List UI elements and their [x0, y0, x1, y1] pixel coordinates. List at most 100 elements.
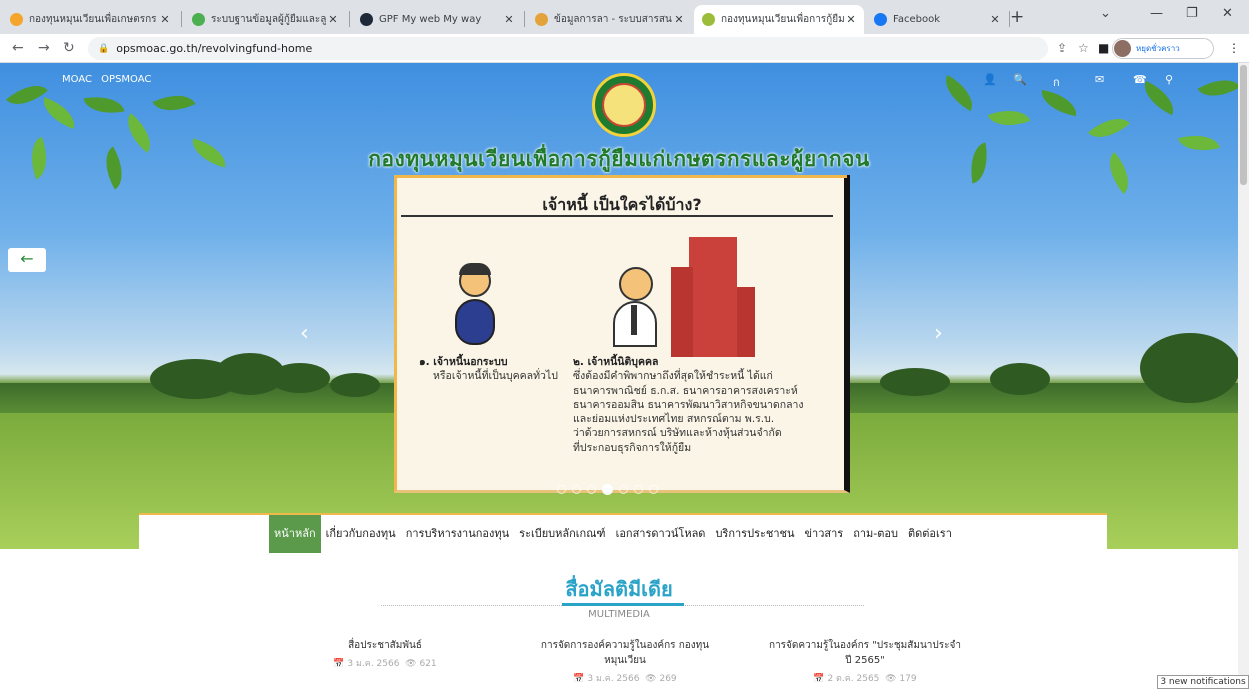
favicon-icon	[702, 13, 715, 26]
maximize-icon[interactable]: ❐	[1186, 6, 1198, 21]
main-menu-bar: หน้าหลัก เกี่ยวกับกองทุน การบริหารงานกอง…	[139, 513, 1107, 553]
menu-regulations[interactable]: ระเบียบหลักเกณฑ์	[514, 515, 610, 553]
carousel-dot[interactable]	[649, 485, 658, 494]
url-field[interactable]: 🔒 opsmoac.go.th/revolvingfund-home	[88, 37, 1048, 60]
creditor-type-2-line: ธนาคารพาณิชย์ ธ.ก.ส. ธนาคารอาคารสงเคราะห…	[573, 384, 798, 397]
carousel-dot[interactable]	[587, 485, 596, 494]
media-item-views: 269	[659, 674, 677, 684]
page: MOAC OPSMOAC 👤 🔍 ก ✉ ☎ ⚲ กองทุนหมุนเวียน…	[0, 63, 1249, 689]
multimedia-title: สื่อมัลติมีเดีย	[565, 577, 673, 601]
address-bar: ← → ↻ 🔒 opsmoac.go.th/revolvingfund-home…	[0, 34, 1249, 63]
tab-label: กองทุนหมุนเวียนเพื่อการกู้ยืมแก	[721, 14, 844, 25]
browser-tab[interactable]: Facebook ✕	[866, 5, 1008, 34]
menu-news[interactable]: ข่าวสาร	[800, 515, 849, 553]
favicon-icon	[10, 13, 23, 26]
media-item[interactable]: การจัดความรู้ในองค์กร "ประชุมสัมนาประจำ …	[760, 638, 970, 687]
moac-link[interactable]: MOAC	[62, 74, 92, 85]
tab-label: Facebook	[893, 14, 940, 25]
bookmark-star-icon[interactable]: ☆	[1078, 41, 1089, 55]
profile-button[interactable]: หยุดชั่วคราว	[1112, 38, 1214, 59]
site-title: กองทุนหมุนเวียนเพื่อการกู้ยืมแก่เกษตรกรแ…	[368, 147, 870, 171]
carousel-dot[interactable]	[634, 485, 643, 494]
close-window-icon[interactable]: ✕	[1222, 6, 1233, 21]
close-icon[interactable]: ✕	[502, 13, 516, 26]
media-item[interactable]: การจัดการองค์ความรู้ในองค์กร กองทุน หมุน…	[525, 638, 725, 687]
media-item-title[interactable]: สื่อประชาสัมพันธ์	[300, 638, 470, 653]
tab-label: ข้อมูลการลา - ระบบสารสนเทศ	[554, 14, 672, 25]
creditor-type-1: ๑. เจ้าหนี้นอกระบบ หรือเจ้าหนี้ที่เป็นบุ…	[419, 355, 558, 383]
creditor-type-2-line: ว่าด้วยการสหกรณ์ บริษัทและห้างหุ้นส่วนจำ…	[573, 427, 782, 440]
media-item-meta: 📅 3 ม.ค. 2566 👁 621	[333, 659, 437, 669]
language-switch[interactable]: ก	[1053, 73, 1060, 91]
browser-tab[interactable]: ข้อมูลการลา - ระบบสารสนเทศ ✕	[527, 5, 692, 34]
menu-faq[interactable]: ถาม-ตอบ	[848, 515, 903, 553]
menu-about[interactable]: เกี่ยวกับกองทุน	[321, 515, 401, 553]
browser-tab[interactable]: กองทุนหมุนเวียนเพื่อเกษตรกร ✕	[2, 5, 178, 34]
tab-label: ระบบฐานข้อมูลผู้กู้ยืมและลูกหนี้	[211, 14, 326, 25]
back-arrow-button[interactable]: ←	[8, 248, 46, 272]
media-item-date: 2 ต.ค. 2565	[827, 674, 880, 684]
media-item[interactable]: สื่อประชาสัมพันธ์ 📅 3 ม.ค. 2566 👁 621	[300, 638, 470, 672]
scrollbar-thumb[interactable]	[1240, 65, 1247, 185]
tab-label: GPF My web My way	[379, 14, 482, 25]
notification-badge[interactable]: 3 new notifications	[1157, 675, 1249, 689]
carousel-next-icon[interactable]: ›	[934, 321, 943, 346]
user-icon[interactable]: 👤	[983, 73, 997, 86]
menu-icon[interactable]: ⋮	[1228, 41, 1240, 55]
browser-tab-active[interactable]: กองทุนหมุนเวียนเพื่อการกู้ยืมแก ✕	[694, 5, 864, 34]
opsmoac-link[interactable]: OPSMOAC	[101, 74, 151, 85]
browser-tab[interactable]: ระบบฐานข้อมูลผู้กู้ยืมและลูกหนี้ ✕	[184, 5, 346, 34]
close-icon[interactable]: ✕	[158, 13, 172, 26]
lock-icon: 🔒	[98, 43, 110, 54]
mail-icon[interactable]: ✉	[1095, 73, 1104, 86]
location-icon[interactable]: ⚲	[1165, 73, 1173, 86]
forward-icon[interactable]: →	[38, 40, 50, 56]
media-item-views: 621	[419, 659, 437, 669]
media-item-date: 3 ม.ค. 2566	[347, 659, 400, 669]
carousel-prev-icon[interactable]: ‹	[300, 321, 309, 346]
carousel-dot[interactable]	[619, 485, 628, 494]
creditor-type-2-line: ซึ่งต้องมีคำพิพากษาถึงที่สุดให้ชำระหนี้ …	[573, 370, 773, 383]
media-item-title[interactable]: หมุนเวียน	[525, 653, 725, 668]
favicon-icon	[192, 13, 205, 26]
tab-search-icon[interactable]: ⌄	[1100, 6, 1111, 21]
creditor-type-2-line: ธนาคารออมสิน ธนาคารพัฒนาวิสาหกิจขนาดกลาง	[573, 398, 804, 411]
phone-icon[interactable]: ☎	[1133, 73, 1147, 86]
menu-management[interactable]: การบริหารงานกองทุน	[401, 515, 514, 553]
scrollbar[interactable]	[1238, 63, 1249, 689]
menu-downloads[interactable]: เอกสารดาวน์โหลด	[611, 515, 711, 553]
media-item-title[interactable]: ปี 2565"	[760, 653, 970, 668]
carousel-dot[interactable]	[557, 485, 566, 494]
menu-home[interactable]: หน้าหลัก	[269, 515, 321, 553]
menu-contact[interactable]: ติดต่อเรา	[903, 515, 957, 553]
media-item-date: 3 ม.ค. 2566	[587, 674, 640, 684]
carousel-dot[interactable]	[572, 485, 581, 494]
creditor-type-2-title: ๒. เจ้าหนี้นิติบุคคล	[573, 356, 659, 368]
creditor-type-2-line: และย่อมแห่งประเทศไทย สหกรณ์ตาม พ.ร.บ.	[573, 413, 775, 426]
close-icon[interactable]: ✕	[844, 13, 858, 26]
close-icon[interactable]: ✕	[672, 13, 686, 26]
share-icon[interactable]: ⇪	[1057, 41, 1067, 55]
favicon-icon	[535, 13, 548, 26]
creditor-type-1-title: ๑. เจ้าหนี้นอกระบบ	[419, 356, 508, 368]
media-item-title[interactable]: การจัดความรู้ในองค์กร "ประชุมสัมนาประจำ	[760, 638, 970, 653]
media-item-title[interactable]: การจัดการองค์ความรู้ในองค์กร กองทุน	[525, 638, 725, 653]
close-icon[interactable]: ✕	[326, 13, 340, 26]
tab-label: กองทุนหมุนเวียนเพื่อเกษตรกร	[29, 14, 157, 25]
creditor-type-2-line: ที่ประกอบธุรกิจการให้กู้ยืม	[573, 441, 692, 454]
minimize-icon[interactable]: —	[1150, 6, 1163, 21]
top-links: MOAC OPSMOAC	[62, 74, 157, 85]
new-tab-icon[interactable]: +	[1010, 7, 1024, 27]
hero-banner: MOAC OPSMOAC 👤 🔍 ก ✉ ☎ ⚲ กองทุนหมุนเวียน…	[0, 63, 1241, 549]
reload-icon[interactable]: ↻	[63, 40, 75, 56]
url-text: opsmoac.go.th/revolvingfund-home	[116, 42, 313, 55]
side-panel-icon[interactable]: ■	[1098, 41, 1109, 55]
favicon-icon	[360, 13, 373, 26]
carousel-dot-active[interactable]	[602, 484, 613, 495]
browser-tab[interactable]: GPF My web My way ✕	[352, 5, 522, 34]
menu-public-services[interactable]: บริการประชาชน	[710, 515, 799, 553]
back-icon[interactable]: ←	[12, 40, 24, 56]
close-icon[interactable]: ✕	[988, 13, 1002, 26]
site-logo[interactable]	[592, 73, 656, 137]
search-icon[interactable]: 🔍	[1013, 73, 1027, 86]
